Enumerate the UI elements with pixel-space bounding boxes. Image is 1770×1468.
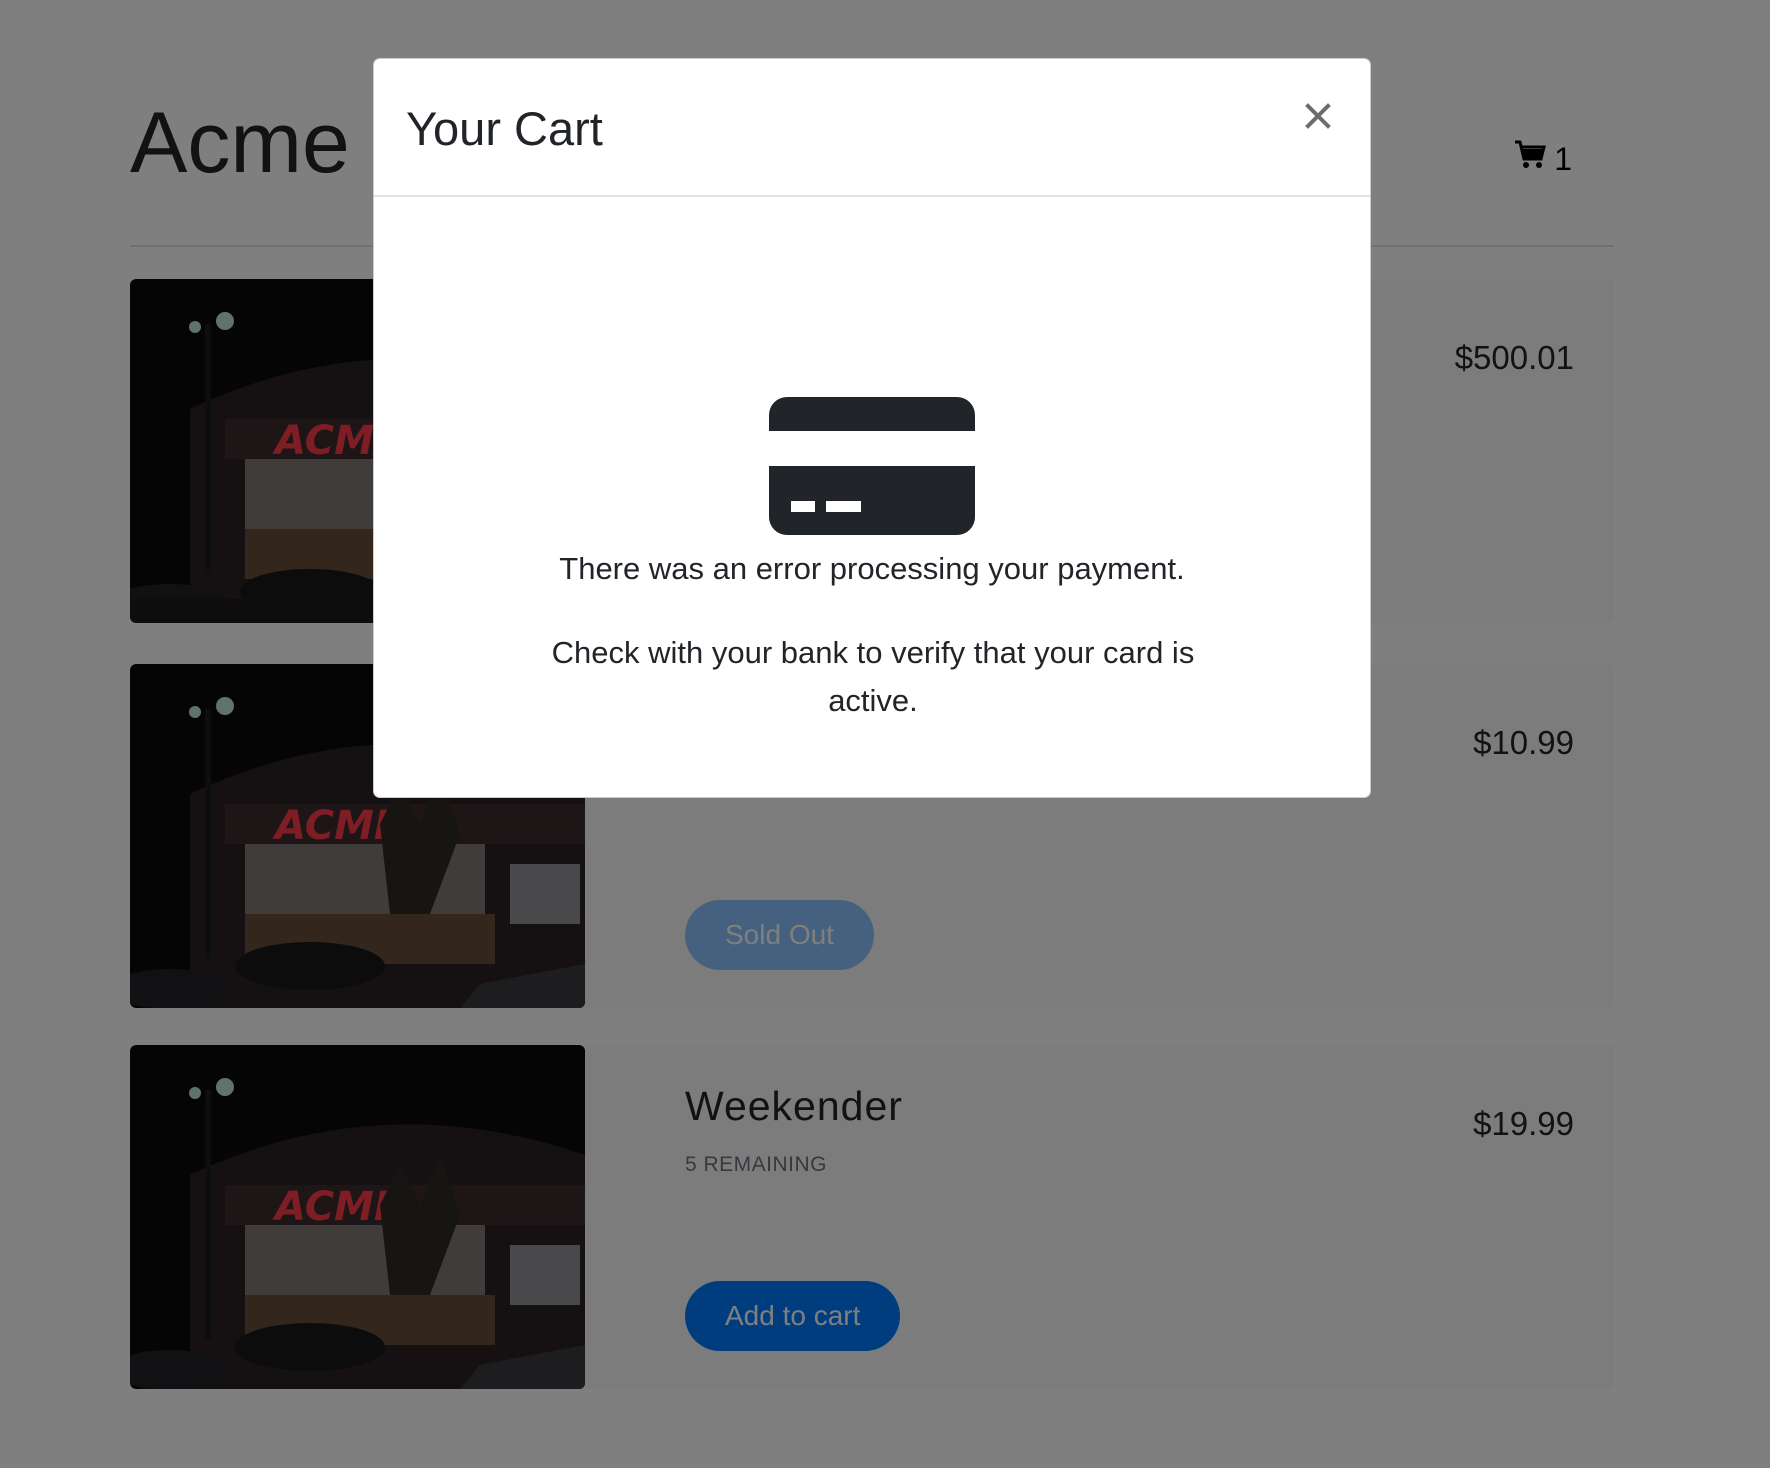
close-button[interactable]: [1296, 95, 1340, 139]
close-icon: [1305, 102, 1331, 132]
credit-card-icon: [769, 397, 975, 535]
modal-body: There was an error processing your payme…: [374, 197, 1370, 797]
error-hint: Check with your bank to verify that your…: [551, 635, 1195, 719]
modal-title: Your Cart: [406, 102, 603, 155]
error-message: There was an error processing your payme…: [559, 551, 1185, 586]
modal-header: Your Cart: [374, 59, 1370, 197]
cart-modal: Your Cart There was an error processing …: [373, 58, 1371, 798]
